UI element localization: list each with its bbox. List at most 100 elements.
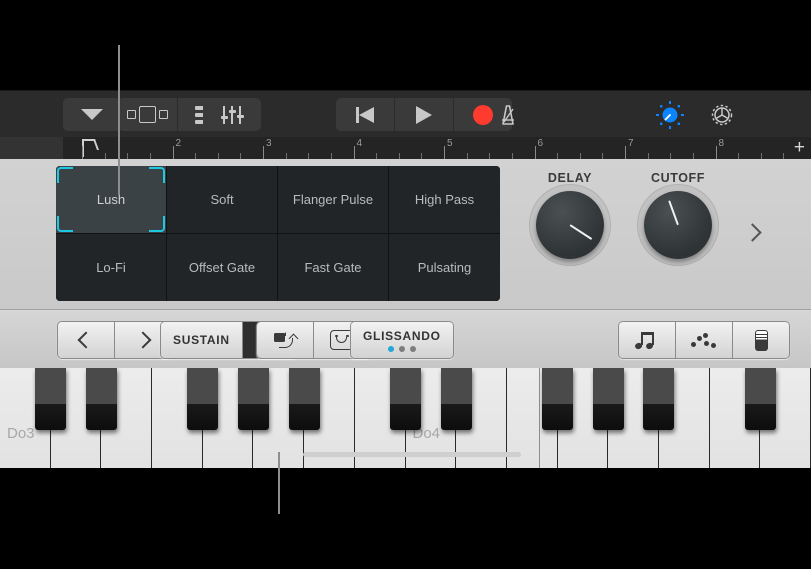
note-repeat-button[interactable] bbox=[676, 322, 733, 358]
mixer-button[interactable] bbox=[203, 98, 261, 131]
pitch-bend-button[interactable] bbox=[257, 322, 314, 358]
octave-down-button[interactable] bbox=[58, 322, 115, 358]
play-button[interactable] bbox=[395, 98, 454, 131]
ruler-bar-number: 2 bbox=[175, 138, 182, 149]
black-key[interactable] bbox=[187, 368, 219, 430]
preset-cell[interactable]: Lush bbox=[56, 166, 167, 234]
preset-cell[interactable]: High Pass bbox=[389, 166, 500, 234]
black-key[interactable] bbox=[542, 368, 574, 430]
view-menu-group bbox=[63, 98, 121, 131]
ruler-lead bbox=[0, 137, 63, 159]
gear-icon bbox=[711, 104, 733, 125]
black-key[interactable] bbox=[35, 368, 67, 430]
black-key[interactable] bbox=[643, 368, 675, 430]
ruler-bar-number: 3 bbox=[266, 138, 272, 149]
mixer-faders-icon bbox=[220, 105, 244, 124]
scatter-dots-icon bbox=[691, 332, 717, 348]
octave-divider bbox=[539, 368, 540, 468]
preset-label: Flanger Pulse bbox=[292, 191, 374, 207]
delay-knob-label: DELAY bbox=[547, 171, 593, 185]
browser-button[interactable] bbox=[118, 98, 178, 131]
callout-line-top bbox=[118, 45, 120, 195]
keyboard-scroll-indicator[interactable] bbox=[303, 452, 521, 457]
browser-icon bbox=[127, 106, 168, 123]
preset-grid: Lush Soft Flanger Pulse High Pass Lo-Fi … bbox=[56, 166, 500, 301]
preset-label: High Pass bbox=[414, 191, 475, 207]
keyboard-control-bar: SUSTAIN GLISSANDO bbox=[0, 310, 811, 369]
glissando-button[interactable]: GLISSANDO bbox=[351, 322, 453, 358]
ruler-bar-number: 7 bbox=[628, 138, 634, 149]
velocity-button[interactable] bbox=[733, 322, 789, 358]
glissando-mode-dots bbox=[387, 345, 416, 352]
glissando-group: GLISSANDO bbox=[350, 321, 454, 359]
octave-label: Do3 bbox=[7, 425, 35, 442]
tuner-button[interactable] bbox=[650, 98, 690, 131]
rewind-button[interactable] bbox=[336, 98, 395, 131]
chevron-left-icon bbox=[77, 331, 95, 349]
metronome-icon bbox=[502, 104, 514, 125]
preset-label: Pulsating bbox=[417, 259, 472, 275]
delay-knob-group: DELAY bbox=[522, 171, 618, 259]
add-section-button[interactable]: + bbox=[794, 138, 805, 157]
playhead-marker[interactable] bbox=[82, 139, 96, 157]
chevron-right-icon bbox=[134, 331, 152, 349]
ruler-tick bbox=[715, 146, 717, 159]
ruler-tick bbox=[353, 146, 355, 159]
plugin-panel: Lush Soft Flanger Pulse High Pass Lo-Fi … bbox=[0, 159, 811, 310]
preset-label: Lo-Fi bbox=[96, 259, 126, 275]
ruler-bar-number: 8 bbox=[718, 138, 725, 149]
fader-icon bbox=[754, 329, 768, 351]
black-key[interactable] bbox=[85, 368, 117, 430]
chevron-down-button[interactable] bbox=[63, 98, 121, 131]
knob-tuner-icon bbox=[656, 100, 684, 129]
cutoff-knob-group: CUTOFF bbox=[630, 171, 726, 259]
settings-button[interactable] bbox=[702, 98, 742, 131]
black-key[interactable] bbox=[288, 368, 320, 430]
black-key[interactable] bbox=[592, 368, 624, 430]
preset-cell[interactable]: Lo-Fi bbox=[56, 233, 167, 301]
sustain-button[interactable]: SUSTAIN bbox=[161, 322, 243, 358]
black-key[interactable] bbox=[237, 368, 269, 430]
chevron-down-icon bbox=[81, 109, 103, 120]
black-key[interactable] bbox=[744, 368, 776, 430]
ruler-bar-number: 5 bbox=[447, 138, 453, 149]
cutoff-knob-label: CUTOFF bbox=[650, 171, 706, 185]
metronome-button[interactable] bbox=[487, 98, 527, 131]
glissando-label: GLISSANDO bbox=[363, 328, 441, 343]
rewind-icon bbox=[355, 106, 375, 123]
preset-label: Soft bbox=[210, 191, 234, 207]
preset-label: Lush bbox=[96, 191, 126, 207]
knob-area: DELAY CUTOFF bbox=[518, 171, 762, 299]
keyboard-mode-group bbox=[618, 321, 790, 359]
preset-cell[interactable]: Pulsating bbox=[389, 233, 500, 301]
ruler-tick bbox=[534, 146, 536, 159]
garageband-keyboard-window: + 2 3 4 5 6 7 8 Lush Soft Flanger Pulse High P… bbox=[0, 0, 811, 569]
preset-label: Fast Gate bbox=[304, 259, 362, 275]
transport-group bbox=[336, 98, 512, 131]
arpeggiator-button[interactable] bbox=[619, 322, 676, 358]
ruler-bar-number: 4 bbox=[356, 138, 363, 149]
preset-cell[interactable]: Soft bbox=[167, 166, 278, 234]
main-toolbar bbox=[0, 90, 811, 138]
callout-line-bottom bbox=[278, 452, 280, 514]
ruler-tick bbox=[444, 146, 445, 159]
preset-cell[interactable]: Fast Gate bbox=[278, 233, 389, 301]
black-key[interactable] bbox=[440, 368, 472, 430]
octave-arrows-group bbox=[57, 321, 172, 359]
music-notes-icon bbox=[634, 331, 659, 349]
piano-bottom-edge bbox=[0, 468, 811, 470]
delay-knob[interactable] bbox=[536, 191, 604, 259]
ruler-tick bbox=[263, 146, 264, 159]
preset-cell[interactable]: Offset Gate bbox=[167, 233, 278, 301]
cutoff-knob[interactable] bbox=[644, 191, 712, 259]
ruler-tick bbox=[82, 146, 83, 159]
preset-cell[interactable]: Flanger Pulse bbox=[278, 166, 389, 234]
timeline-ruler[interactable]: + 2 3 4 5 6 7 8 bbox=[0, 137, 811, 159]
black-key[interactable] bbox=[390, 368, 421, 430]
ruler-bar-number: 6 bbox=[537, 138, 544, 149]
ruler-tick bbox=[172, 146, 174, 159]
pitch-bend-icon bbox=[274, 331, 299, 349]
play-icon bbox=[416, 105, 432, 124]
next-page-chevron-icon[interactable] bbox=[743, 223, 762, 242]
preset-label: Offset Gate bbox=[188, 259, 256, 275]
